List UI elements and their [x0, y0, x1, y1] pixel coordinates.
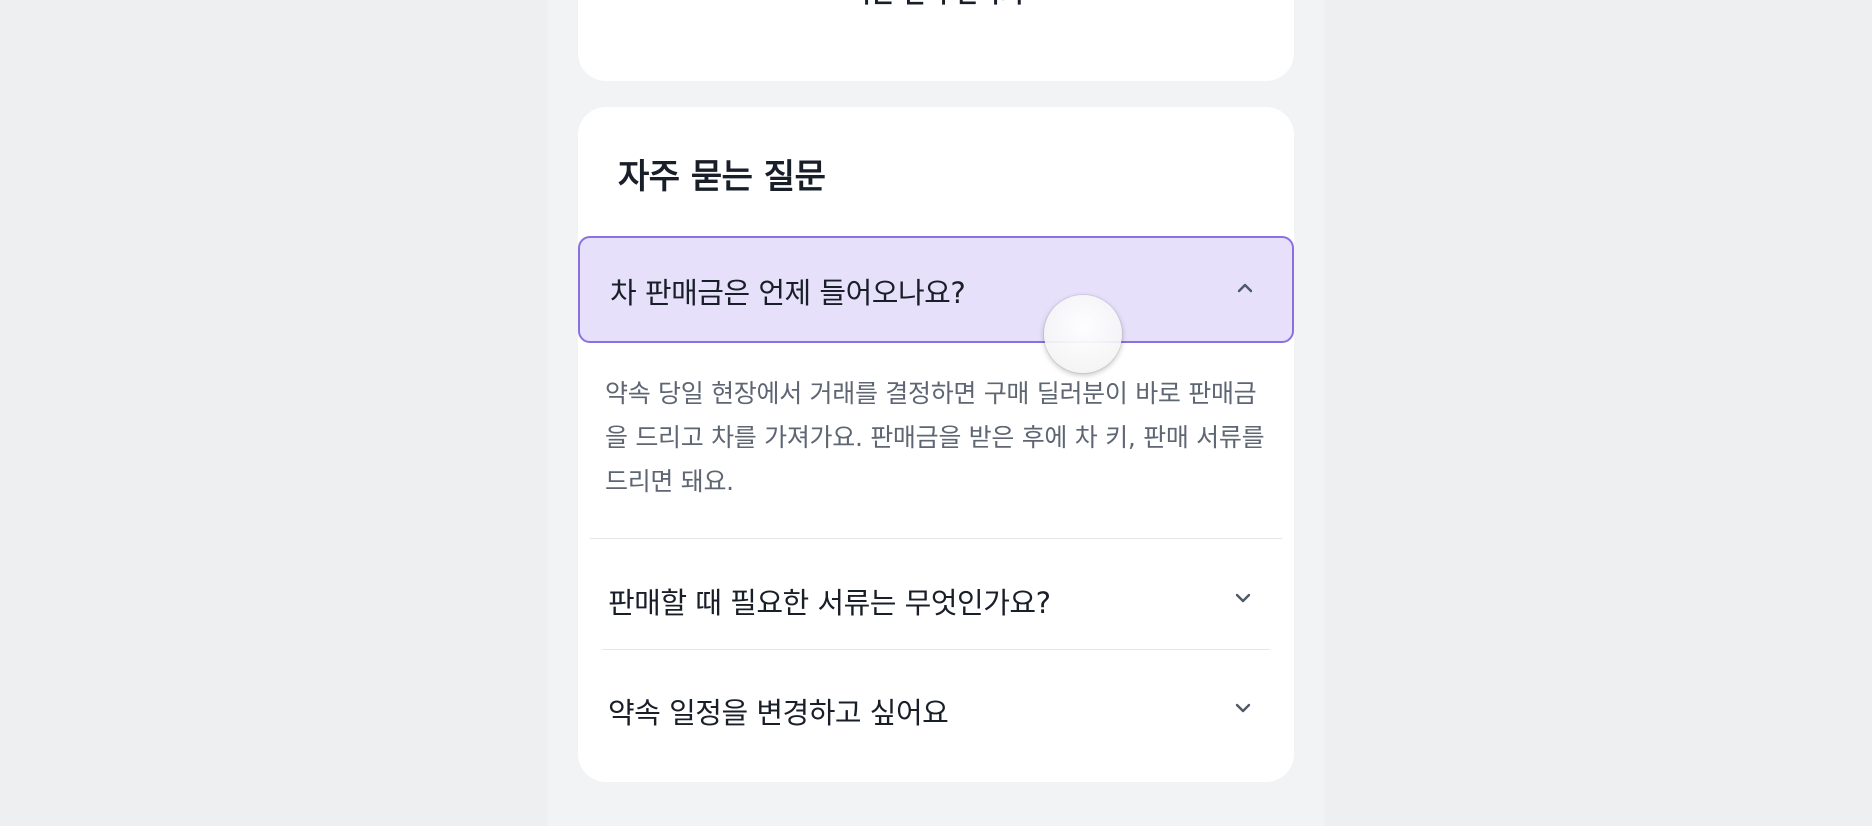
faq-item-change-schedule[interactable]: 약속 일정을 변경하고 싶어요	[578, 654, 1294, 754]
dealer-card: 다른 딜러 만나기	[578, 0, 1294, 81]
touch-indicator	[1044, 295, 1122, 373]
divider	[590, 538, 1282, 539]
chevron-down-icon	[1235, 593, 1251, 603]
other-dealer-button[interactable]: 다른 딜러 만나기	[578, 0, 1294, 10]
chevron-up-icon	[1237, 283, 1253, 293]
faq-question: 판매할 때 필요한 서류는 무엇인가요?	[608, 586, 1051, 620]
chevron-down-icon	[1235, 703, 1251, 713]
mobile-viewport: 다른 딜러 만나기 자주 묻는 질문 차 판매금은 언제 들어오나요? 약속 당…	[547, 0, 1325, 826]
divider	[602, 649, 1270, 650]
faq-question: 약속 일정을 변경하고 싶어요	[608, 696, 949, 730]
faq-item-sale-payment[interactable]: 차 판매금은 언제 들어오나요?	[578, 236, 1294, 343]
faq-answer: 약속 당일 현장에서 거래를 결정하면 구매 딜러분이 바로 판매금을 드리고 …	[605, 379, 1265, 496]
faq-section: 자주 묻는 질문 차 판매금은 언제 들어오나요? 약속 당일 현장에서 거래를…	[578, 107, 1294, 782]
faq-item-documents[interactable]: 판매할 때 필요한 서류는 무엇인가요?	[578, 544, 1294, 644]
faq-question: 차 판매금은 언제 들어오나요?	[610, 276, 966, 310]
faq-title: 자주 묻는 질문	[618, 157, 826, 197]
